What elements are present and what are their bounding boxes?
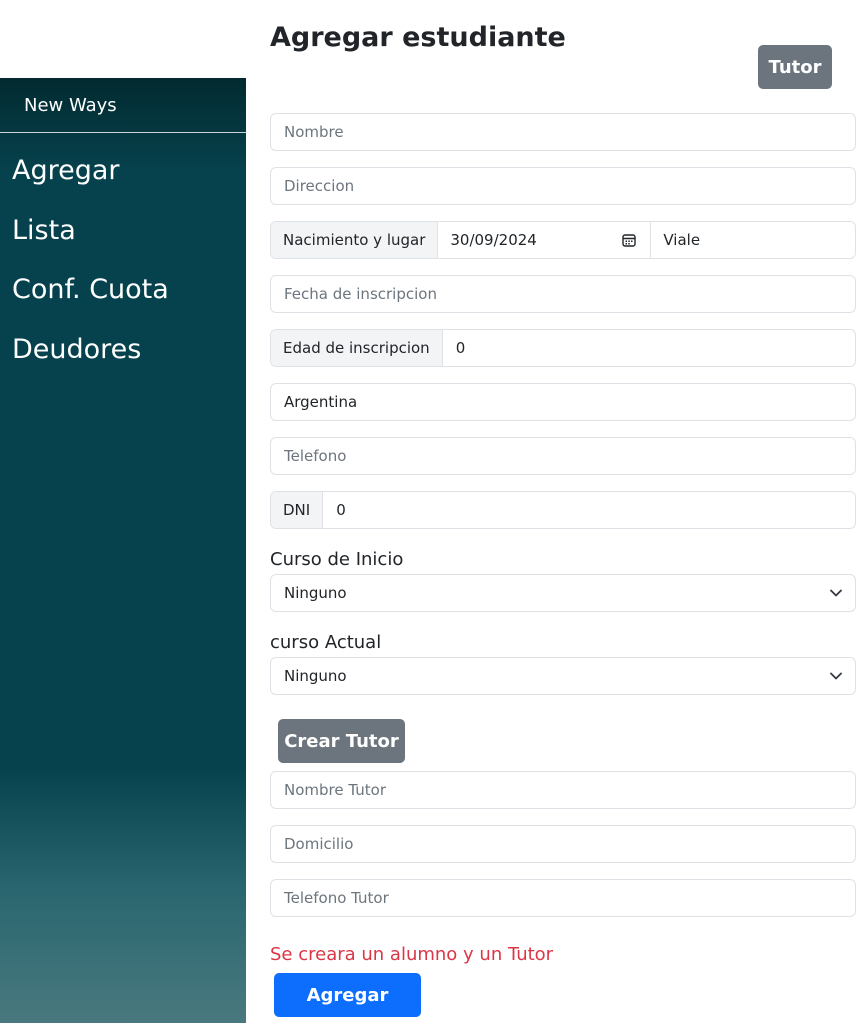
sidebar-item-lista[interactable]: Lista [0,201,246,261]
page-title: Agregar estudiante [270,22,566,53]
curso-actual-select[interactable]: Ninguno [270,657,856,695]
curso-inicio-value: Ninguno [284,584,347,602]
edad-group: Edad de inscripcion [270,329,856,367]
brand-label: New Ways [24,94,117,116]
dni-input[interactable] [323,492,855,528]
notice-text: Se creara un alumno y un Tutor [270,944,554,965]
agregar-button[interactable]: Agregar [274,973,421,1017]
sidebar-item-conf-cuota[interactable]: Conf. Cuota [0,260,246,320]
brand[interactable]: New Ways [0,78,246,133]
telefono-tutor-input[interactable] [271,880,855,916]
curso-actual-value: Ninguno [284,667,347,685]
dni-group: DNI [270,491,856,529]
fecha-inscripcion-input[interactable] [271,276,855,312]
telefono-input[interactable] [271,438,855,474]
nombre-input[interactable] [271,114,855,150]
curso-inicio-label: Curso de Inicio [270,549,404,570]
curso-actual-label: curso Actual [270,632,382,653]
nombre-tutor-field [270,771,856,809]
sidebar-nav: Agregar Lista Conf. Cuota Deudores [0,133,246,379]
chevron-down-icon [830,589,842,597]
tutor-button[interactable]: Tutor [758,45,832,89]
chevron-down-icon [830,672,842,680]
birth-date-value: 30/09/2024 [450,231,537,249]
dni-label: DNI [271,492,324,528]
nombre-field [270,113,856,151]
direccion-field [270,167,856,205]
telefono-tutor-field [270,879,856,917]
curso-inicio-select[interactable]: Ninguno [270,574,856,612]
domicilio-input[interactable] [271,826,855,862]
direccion-input[interactable] [271,168,855,204]
edad-label: Edad de inscripcion [271,330,443,366]
birth-place-value: Viale [663,231,701,249]
pais-input[interactable] [271,384,855,420]
nacimiento-group: Nacimiento y lugar 30/09/2024 Viale [270,221,856,259]
pais-field [270,383,856,421]
sidebar: New Ways Agregar Lista Conf. Cuota Deudo… [0,78,246,1023]
fecha-inscripcion-field [270,275,856,313]
birth-place-input[interactable]: Viale [651,222,855,258]
calendar-icon[interactable] [622,233,637,247]
nombre-tutor-input[interactable] [271,772,855,808]
edad-input[interactable] [442,330,855,366]
sidebar-item-agregar[interactable]: Agregar [0,141,246,201]
crear-tutor-button[interactable]: Crear Tutor [278,719,405,763]
sidebar-item-deudores[interactable]: Deudores [0,320,246,380]
nacimiento-label: Nacimiento y lugar [271,222,439,258]
domicilio-field [270,825,856,863]
telefono-field [270,437,856,475]
birth-date-input[interactable]: 30/09/2024 [438,222,652,258]
